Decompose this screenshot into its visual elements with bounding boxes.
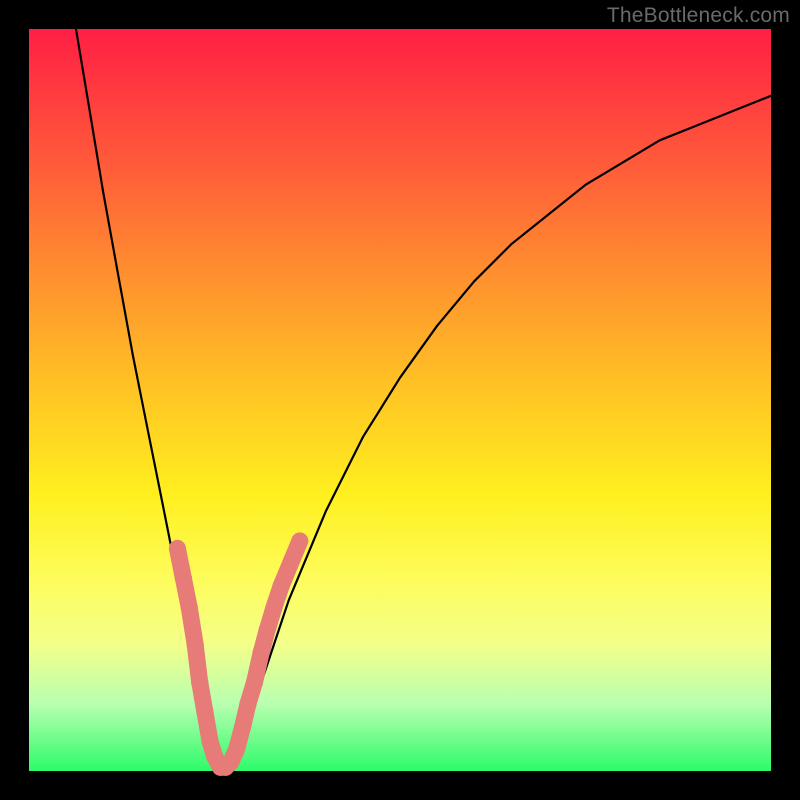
marker-dot (239, 696, 256, 713)
marker-dot (259, 622, 276, 639)
marker-dot (253, 644, 270, 661)
highlight-markers (169, 533, 308, 776)
marker-dot (265, 599, 282, 616)
marker-dot (291, 533, 308, 550)
marker-dot (169, 540, 186, 557)
marker-dot (191, 674, 208, 691)
marker-dot (187, 636, 204, 653)
marker-dot (228, 740, 245, 757)
marker-dot (273, 577, 290, 594)
marker-dot (246, 674, 263, 691)
marker-dot (196, 703, 213, 720)
marker-dot (202, 733, 219, 750)
marker-dot (234, 718, 251, 735)
marker-dot (175, 570, 192, 587)
watermark-text: TheBottleneck.com (607, 4, 790, 28)
marker-dot (181, 599, 198, 616)
chart-svg (29, 29, 771, 771)
bottleneck-curve (74, 14, 772, 771)
chart-plot-area (29, 29, 771, 771)
